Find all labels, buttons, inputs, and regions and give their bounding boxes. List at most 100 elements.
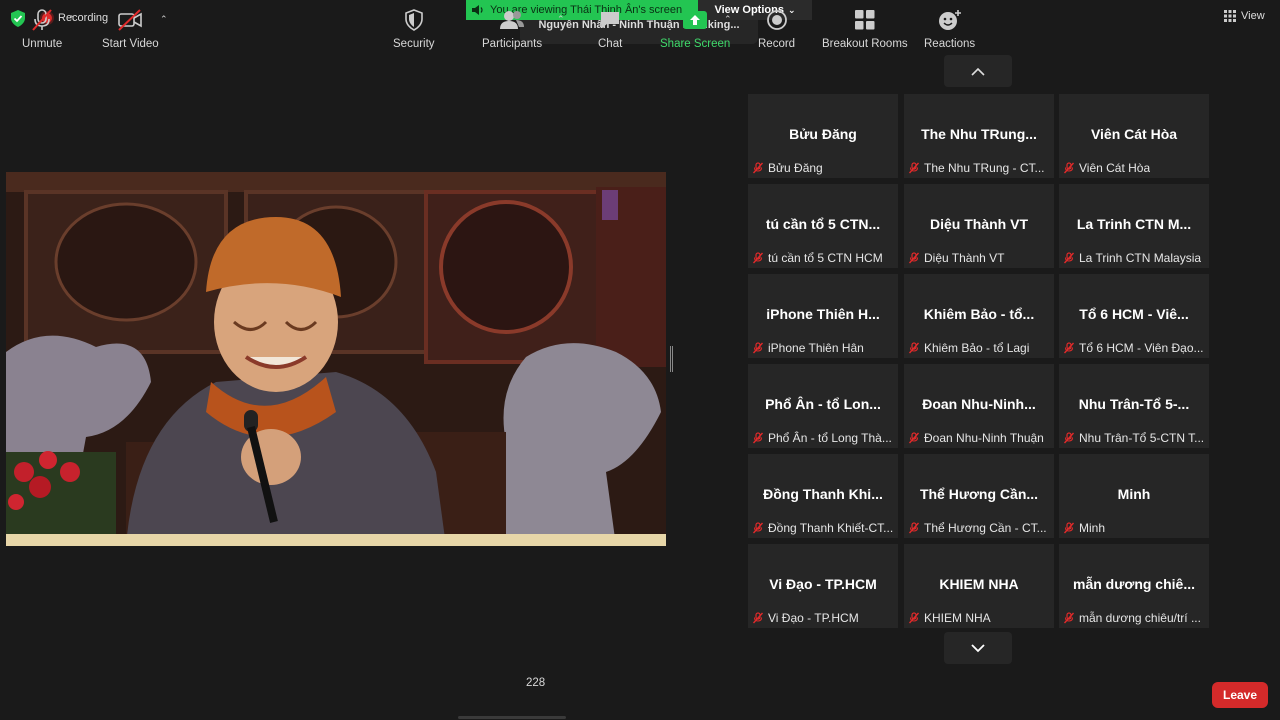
muted-microphone-icon (752, 162, 764, 174)
participant-tile[interactable]: Đồng Thanh Khi... Đồng Thanh Khiết-CT... (748, 454, 898, 538)
participant-label-text: Tổ 6 HCM - Viên Đạo... (1079, 341, 1204, 355)
participant-label-text: Phổ Ân - tổ Long Thà... (768, 431, 892, 445)
participant-display-name: Nhu Trân-Tổ 5-... (1078, 396, 1190, 412)
participant-tile[interactable]: KHIEM NHA KHIEM NHA (904, 544, 1054, 628)
participant-tile[interactable]: Phổ Ân - tổ Lon... Phổ Ân - tổ Long Thà..… (748, 364, 898, 448)
share-screen-button[interactable]: Share Screen (660, 8, 730, 50)
muted-microphone-icon (1063, 162, 1075, 174)
participant-label-text: Diệu Thành VT (924, 251, 1005, 265)
participant-tile[interactable]: Diệu Thành VT Diệu Thành VT (904, 184, 1054, 268)
view-button[interactable]: View (1224, 10, 1265, 22)
grid-view-icon (1224, 10, 1236, 22)
participant-name-label: Thể Hương Cần - CT... (908, 520, 1050, 536)
shared-screen-video[interactable] (6, 172, 666, 546)
leave-label: Leave (1222, 688, 1258, 702)
speaker-video-image (6, 172, 666, 546)
chat-button[interactable]: Chat (598, 8, 622, 50)
participant-display-name: KHIEM NHA (939, 576, 1019, 592)
participant-display-name: Thể Hương Cần... (919, 486, 1039, 502)
participant-tile[interactable]: La Trinh CTN M... La Trinh CTN Malaysia (1059, 184, 1209, 268)
reactions-button[interactable]: Reactions (924, 8, 975, 50)
muted-microphone-icon (908, 162, 920, 174)
participant-name-label: Khiêm Bảo - tổ Lagi (908, 340, 1050, 356)
participant-label-text: Đoan Nhu-Ninh Thuận (924, 431, 1044, 445)
view-label: View (1241, 10, 1265, 22)
participant-name-label: Tổ 6 HCM - Viên Đạo... (1063, 340, 1205, 356)
participant-label-text: Bửu Đăng (768, 161, 823, 175)
participant-label-text: Khiêm Bảo - tổ Lagi (924, 341, 1030, 355)
participant-tile[interactable]: mẫn dương chiê... mẫn dương chiêu/trí ... (1059, 544, 1209, 628)
start-video-label: Start Video (102, 38, 159, 50)
video-options-caret-icon[interactable]: ⌃ (160, 14, 168, 25)
participant-tile[interactable]: Khiêm Bảo - tổ... Khiêm Bảo - tổ Lagi (904, 274, 1054, 358)
participant-display-name: Viên Cát Hòa (1090, 126, 1178, 142)
share-screen-icon (683, 11, 708, 29)
participant-tile[interactable]: Vi Đạo - TP.HCM Vi Đạo - TP.HCM (748, 544, 898, 628)
chat-label: Chat (598, 38, 623, 50)
participant-label-text: Viên Cát Hòa (1079, 161, 1151, 175)
leave-button[interactable]: Leave (1212, 682, 1268, 708)
participant-name-label: Đoan Nhu-Ninh Thuận (908, 430, 1050, 446)
muted-microphone-icon (752, 522, 764, 534)
participants-options-caret-icon[interactable]: ⌃ (557, 14, 565, 25)
breakout-rooms-button[interactable]: Breakout Rooms (822, 8, 908, 50)
participant-label-text: tú cần tổ 5 CTN HCM (768, 251, 883, 265)
participant-display-name: Vi Đạo - TP.HCM (769, 576, 877, 592)
participant-label-text: La Trinh CTN Malaysia (1079, 251, 1202, 265)
share-options-caret-icon[interactable]: ⌃ (724, 14, 732, 25)
participant-tile[interactable]: Viên Cát Hòa Viên Cát Hòa (1059, 94, 1209, 178)
participant-label-text: Vi Đạo - TP.HCM (768, 611, 859, 625)
participants-button[interactable]: Participants (482, 8, 542, 50)
muted-microphone-icon (908, 252, 920, 264)
participant-display-name: The Nhu TRung... (921, 126, 1037, 142)
participant-name-label: La Trinh CTN Malaysia (1063, 250, 1205, 266)
participant-name-label: tú cần tổ 5 CTN HCM (752, 250, 894, 266)
muted-microphone-icon (1063, 252, 1075, 264)
security-button[interactable]: Security (393, 8, 435, 50)
meeting-toolbar (0, 664, 1280, 720)
participant-tile[interactable]: Thể Hương Cần... Thể Hương Cần - CT... (904, 454, 1054, 538)
participant-tile[interactable]: Tổ 6 HCM - Viê... Tổ 6 HCM - Viên Đạo... (1059, 274, 1209, 358)
chevron-down-icon (971, 643, 985, 652)
participant-display-name: iPhone Thiên H... (766, 306, 880, 322)
participant-tile[interactable]: Bửu Đăng Bửu Đăng (748, 94, 898, 178)
muted-microphone-icon (752, 612, 764, 624)
participant-label-text: Đồng Thanh Khiết-CT... (768, 521, 894, 535)
video-off-icon (118, 9, 143, 31)
participant-display-name: Bửu Đăng (789, 126, 857, 142)
muted-microphone-icon (1063, 342, 1075, 354)
participant-tile[interactable]: iPhone Thiên H... iPhone Thiên Hân (748, 274, 898, 358)
record-button[interactable]: Record (758, 8, 795, 50)
muted-microphone-icon (1063, 612, 1075, 624)
gallery-prev-button[interactable] (944, 55, 1012, 87)
participant-name-label: The Nhu TRung - CT... (908, 160, 1050, 176)
participant-display-name: Diệu Thành VT (930, 216, 1028, 232)
recording-label: Recording (58, 12, 109, 24)
start-video-button[interactable]: Start Video (102, 8, 159, 50)
muted-microphone-icon (908, 612, 920, 624)
participant-tile[interactable]: The Nhu TRung... The Nhu TRung - CT... (904, 94, 1054, 178)
participant-label-text: Minh (1079, 521, 1106, 535)
participant-name-label: Bửu Đăng (752, 160, 894, 176)
participant-display-name: Khiêm Bảo - tổ... (923, 306, 1035, 322)
muted-microphone-icon (1063, 522, 1075, 534)
participant-name-label: iPhone Thiên Hân (752, 340, 894, 356)
participant-tile[interactable]: Minh Minh (1059, 454, 1209, 538)
resize-handle[interactable] (670, 346, 673, 372)
muted-microphone-icon (908, 432, 920, 444)
participant-label-text: mẫn dương chiêu/trí ... (1079, 611, 1201, 625)
participant-label-text: iPhone Thiên Hân (768, 341, 864, 355)
unmute-label: Unmute (22, 38, 63, 50)
participant-tile[interactable]: tú cần tổ 5 CTN... tú cần tổ 5 CTN HCM (748, 184, 898, 268)
gallery-next-button[interactable] (944, 632, 1012, 664)
unmute-button[interactable]: Unmute (22, 8, 62, 50)
participant-tile[interactable]: Nhu Trân-Tổ 5-... Nhu Trân-Tổ 5-CTN T... (1059, 364, 1209, 448)
participant-display-name: La Trinh CTN M... (1076, 216, 1192, 232)
muted-microphone-icon (752, 432, 764, 444)
muted-microphone-icon (32, 9, 52, 31)
breakout-rooms-label: Breakout Rooms (822, 38, 908, 50)
participant-tile[interactable]: Đoan Nhu-Ninh... Đoan Nhu-Ninh Thuận (904, 364, 1054, 448)
audio-options-caret-icon[interactable]: ⌃ (68, 14, 76, 25)
participant-name-label: Nhu Trân-Tổ 5-CTN T... (1063, 430, 1205, 446)
participant-display-name: Minh (1117, 486, 1151, 502)
